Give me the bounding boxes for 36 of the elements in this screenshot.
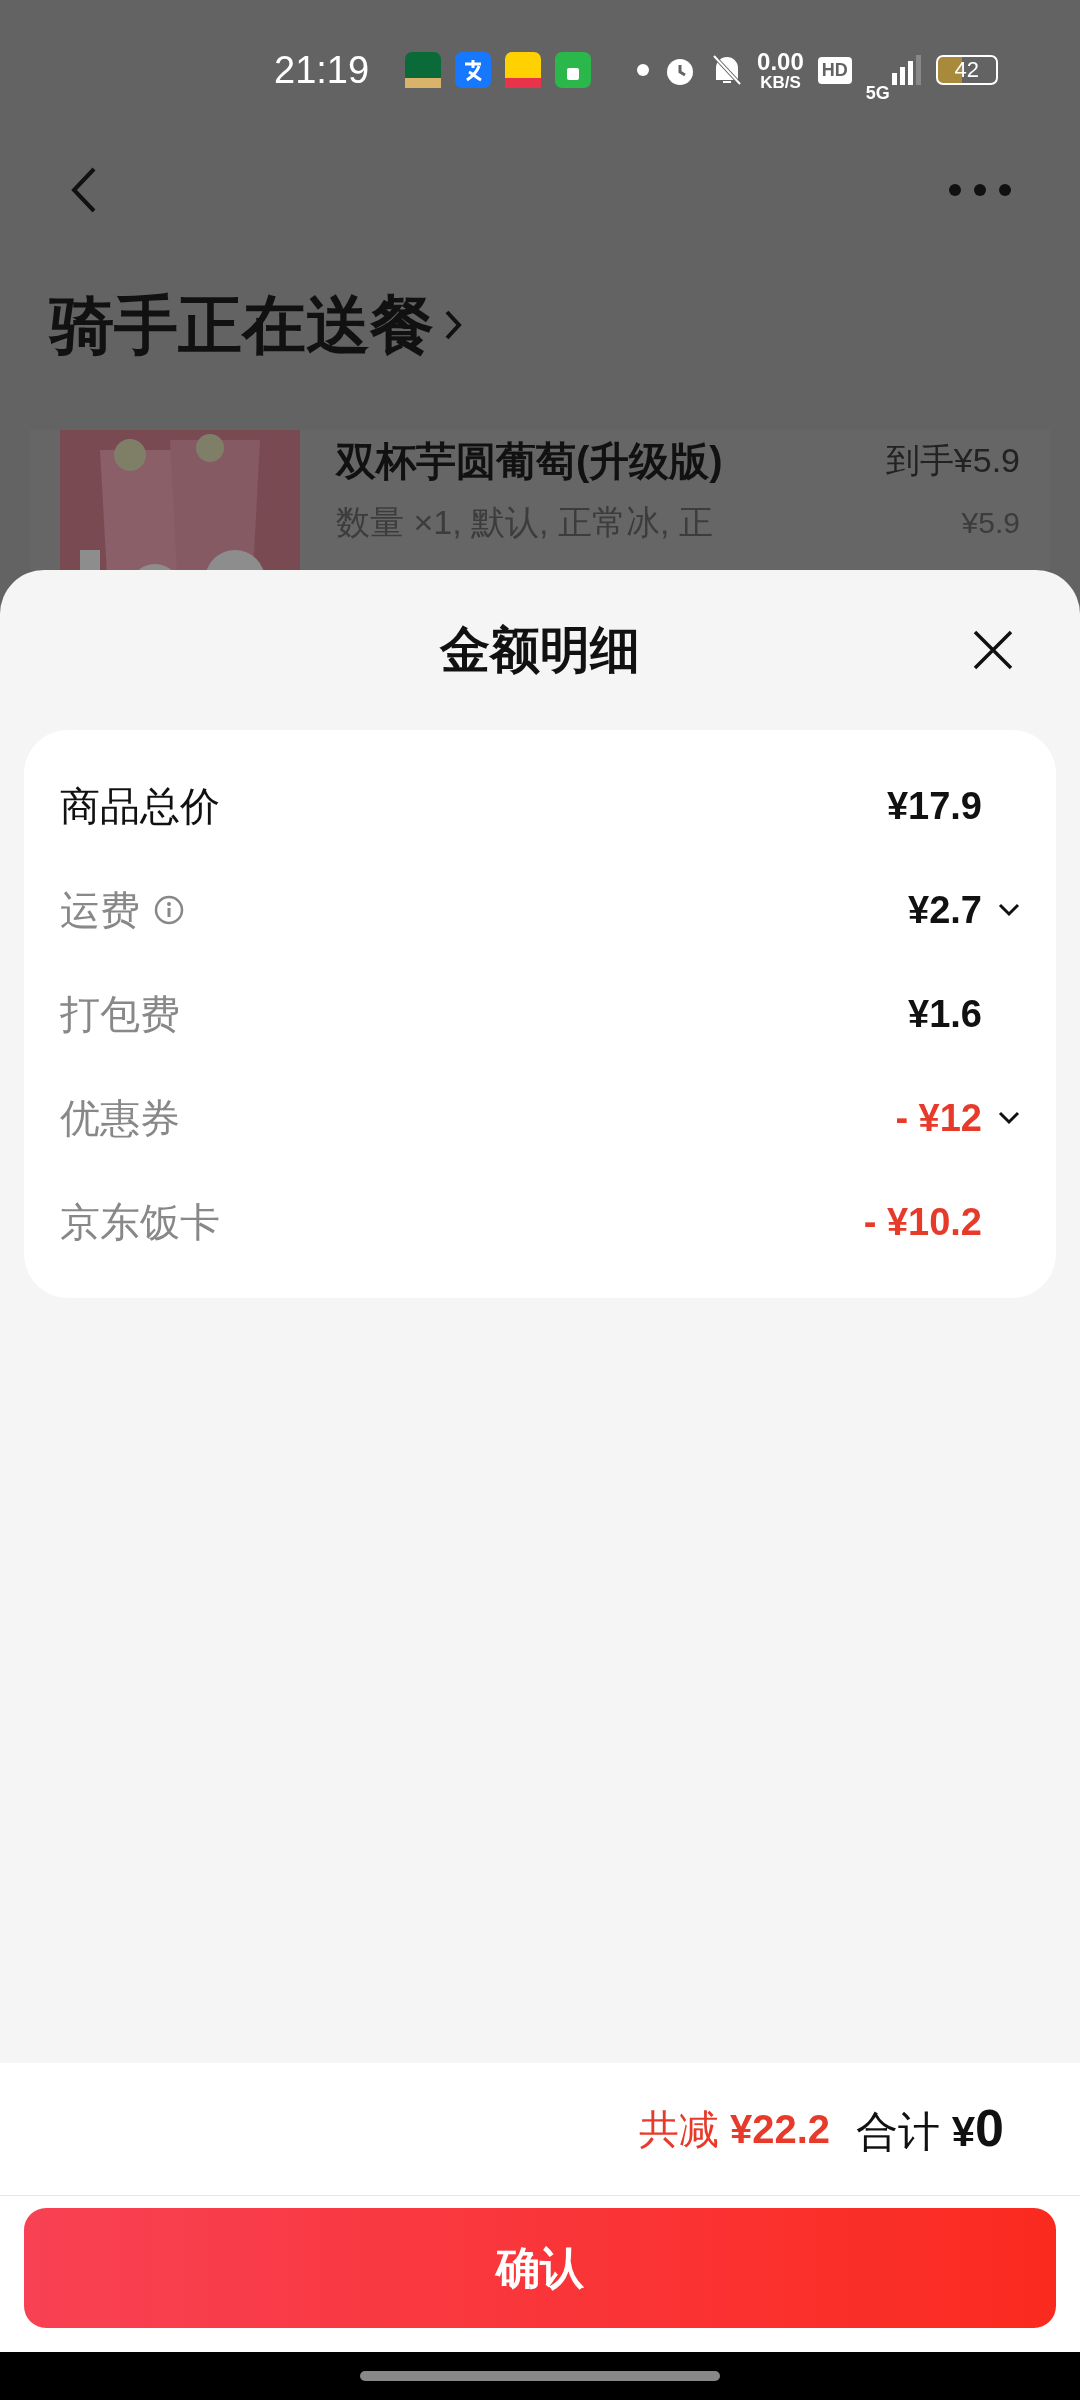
info-icon[interactable] <box>154 895 184 925</box>
fee-value: ¥1.6 <box>908 992 982 1036</box>
fee-label: 运费 <box>60 886 140 934</box>
chevron-down-icon[interactable] <box>998 903 1020 917</box>
fee-value: - ¥12 <box>895 1096 982 1140</box>
app-icon <box>455 52 492 88</box>
app-icon <box>505 52 542 88</box>
fee-label: 京东饭卡 <box>60 1198 220 1246</box>
hd-badge: HD <box>817 56 852 84</box>
total-discount: 共减 ¥22.2 <box>638 2105 831 2153</box>
close-icon[interactable] <box>972 629 1014 671</box>
fee-label: 打包费 <box>60 990 180 1038</box>
fee-label: 商品总价 <box>60 782 220 830</box>
chevron-down-icon[interactable] <box>998 1111 1020 1125</box>
chevron-right-icon[interactable] <box>444 308 462 342</box>
fee-label: 优惠券 <box>60 1094 180 1142</box>
network-speed: 0.00 <box>757 49 804 74</box>
more-icon[interactable] <box>948 183 1012 197</box>
item-name: 双杯芋圆葡萄(升级版) <box>336 437 723 485</box>
final-price: 到手¥5.9 <box>885 440 1020 481</box>
fee-value: ¥17.9 <box>886 784 982 828</box>
fee-value: ¥2.7 <box>908 888 982 932</box>
battery-indicator: 42 <box>935 55 998 85</box>
app-icon <box>405 52 442 88</box>
confirm-button[interactable]: 确认 <box>24 2208 1056 2328</box>
muted-bell-icon <box>711 53 744 87</box>
network-type: 5G <box>865 82 890 104</box>
speed-unit: KB/S <box>760 73 801 91</box>
app-icon <box>555 52 592 88</box>
signal-icon <box>891 55 922 85</box>
fee-value: - ¥10.2 <box>863 1200 982 1244</box>
dot-icon <box>637 64 650 76</box>
order-status-title[interactable]: 骑手正在送餐 <box>50 281 434 369</box>
total-amount: 合计 ¥0 <box>856 2098 1004 2159</box>
sheet-title: 金额明细 <box>440 620 640 680</box>
status-time: 21:19 <box>274 48 370 92</box>
